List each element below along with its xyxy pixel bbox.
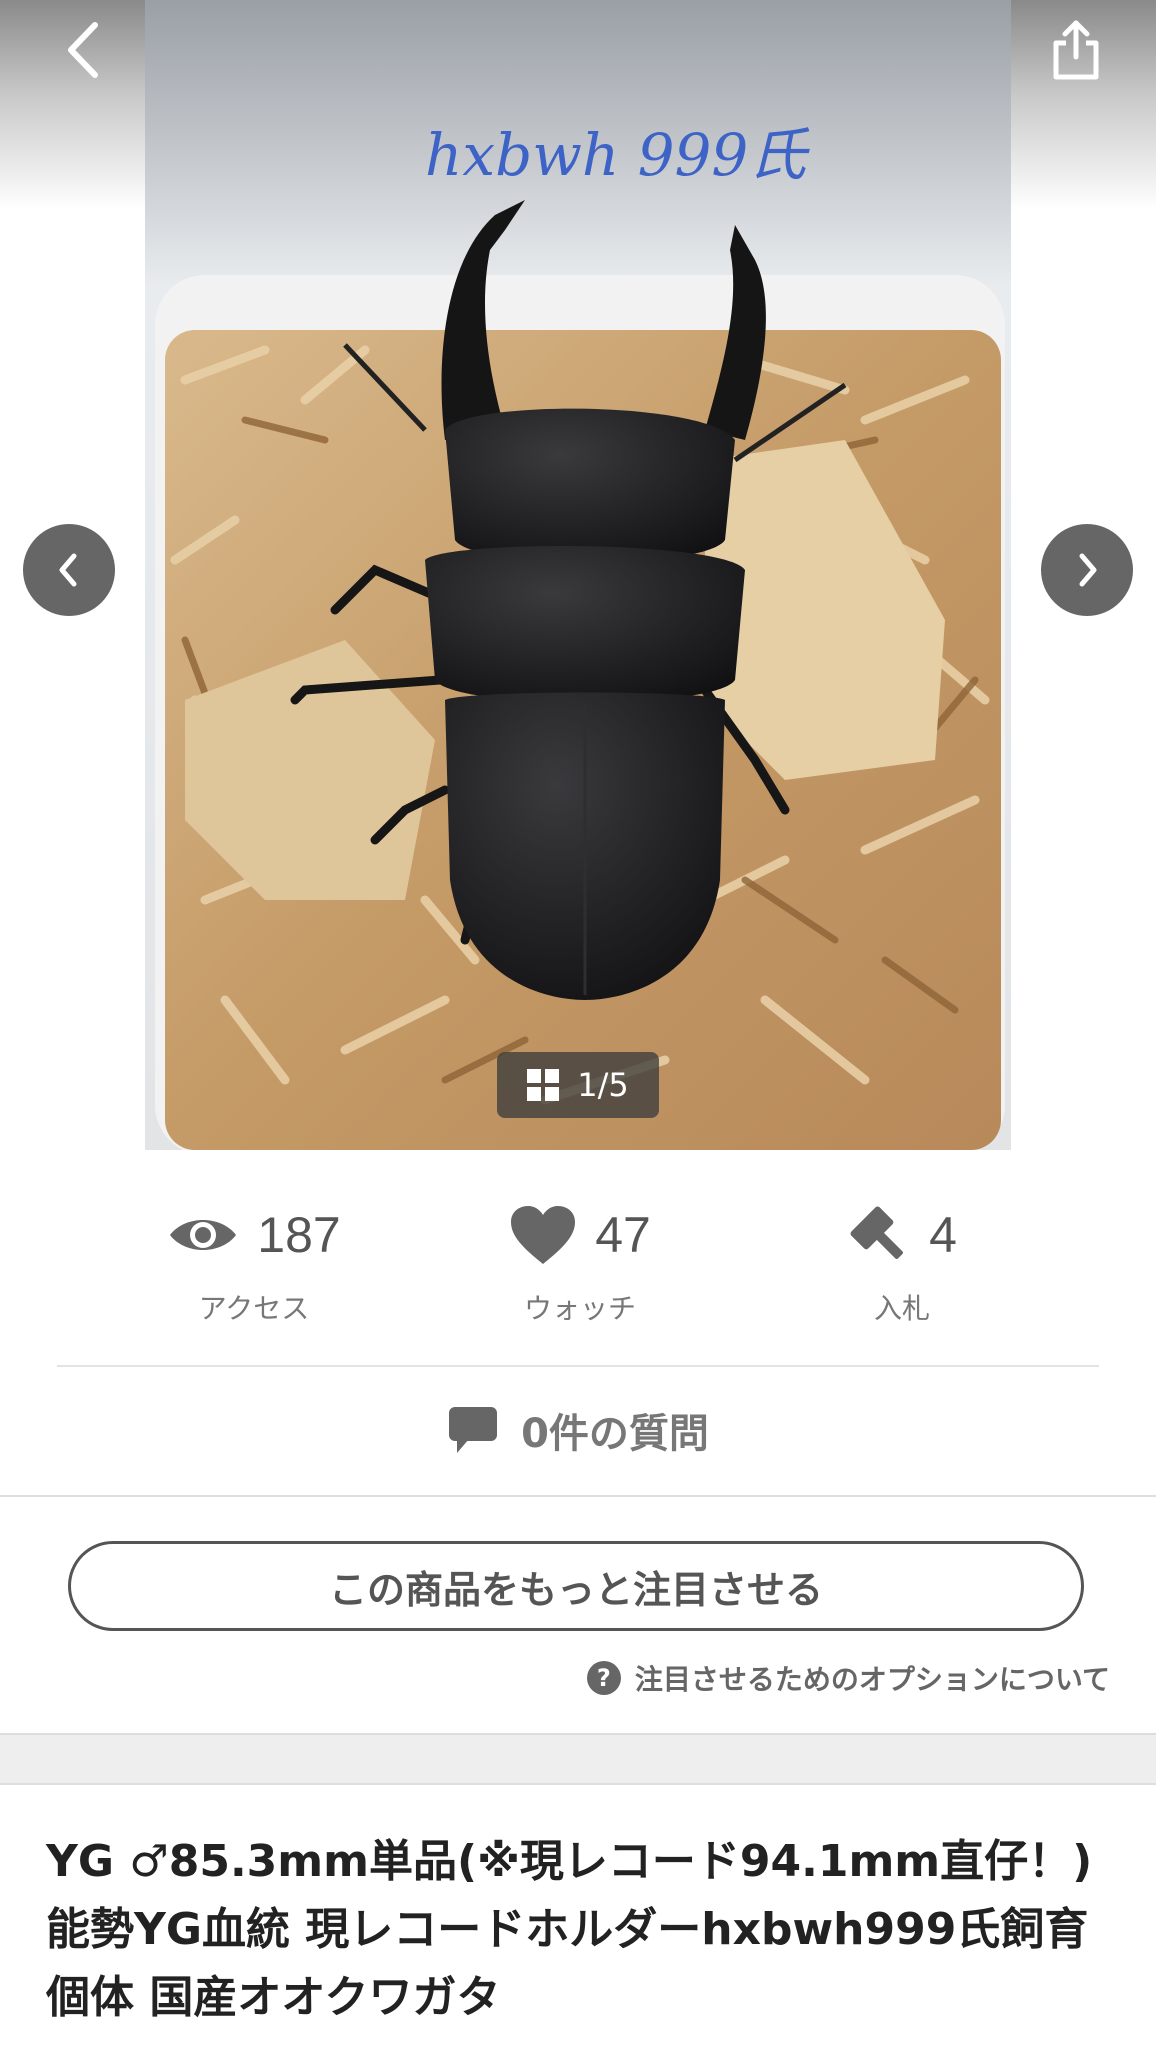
promote-item-button[interactable]: この商品をもっと注目させる [68,1541,1084,1631]
item-title: YG ♂85.3mm単品(※現レコード94.1mm直仔！) 能勢YG血統 現レコ… [46,1836,1093,2023]
next-image-button[interactable] [1041,524,1133,616]
heart-icon [511,1206,576,1264]
eye-icon [170,1220,237,1250]
access-count: 187 [257,1207,341,1263]
question-circle-icon: ? [586,1661,621,1695]
stats-divider [57,1365,1099,1367]
chevron-left-icon [59,553,77,587]
image-counter[interactable]: 1/5 [497,1052,659,1118]
questions-link[interactable]: 0件の質問 [0,1390,1156,1470]
grid-icon [527,1069,560,1101]
previous-image-button[interactable] [23,524,115,616]
promote-help-link[interactable]: ? 注目させるためのオプションについて [586,1656,1110,1700]
item-photo[interactable]: hxbwh 999氏 [145,0,1011,1150]
chevron-left-icon [68,22,98,78]
bid-label: 入札 [873,1292,930,1325]
section-separator [0,1495,1156,1497]
chevron-right-icon [1079,553,1097,587]
beetle-photo-illustration: hxbwh 999氏 [145,0,1011,1150]
access-label: アクセス [198,1292,310,1325]
gavel-icon [850,1206,904,1259]
back-button[interactable] [48,12,118,88]
stat-bids[interactable]: 4 入札 [752,1185,1052,1335]
stat-access: 187 アクセス [104,1185,404,1335]
speech-bubble-icon [449,1407,498,1453]
item-stats: 187 アクセス 47 ウォッチ 4 入札 [0,1185,1156,1345]
promote-help-label: 注目させるためのオプションについて [634,1663,1110,1696]
share-icon [1053,20,1099,80]
share-button[interactable] [1040,12,1112,88]
questions-label: 0件の質問 [521,1411,709,1457]
stat-watch[interactable]: 47 ウォッチ [430,1185,730,1335]
watch-label: ウォッチ [523,1292,636,1325]
photo-caption: hxbwh 999氏 [425,121,810,189]
watch-count: 47 [595,1207,651,1263]
bid-count: 4 [929,1207,957,1263]
image-gallery[interactable]: hxbwh 999氏 1/5 [0,0,1156,1150]
image-counter-text: 1/5 [577,1066,629,1104]
section-spacer [0,1733,1156,1785]
